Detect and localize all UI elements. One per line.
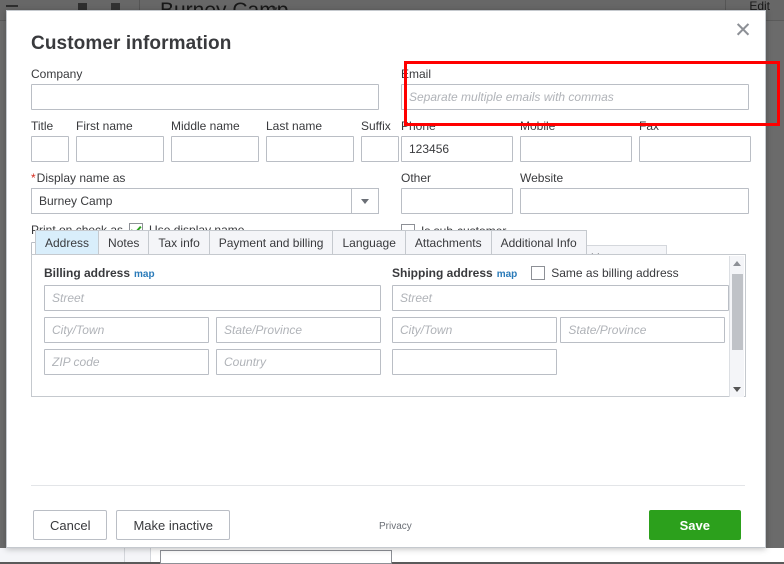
shipping-city-input[interactable] (392, 317, 557, 343)
customer-information-dialog: ✕ Customer information Company Title Fir… (6, 10, 766, 548)
company-input[interactable] (31, 84, 379, 110)
other-label: Other (401, 171, 513, 185)
scroll-up-arrow-icon[interactable] (730, 256, 744, 271)
fax-field-group: Fax (639, 119, 751, 162)
contact-row-2: Other Website (401, 171, 751, 214)
menu-icon (6, 5, 18, 7)
website-label: Website (520, 171, 749, 185)
address-tab-panel: Billing address map Shipping address map S… (31, 254, 746, 397)
tab-notes[interactable]: Notes (98, 230, 149, 254)
tab-additional-info[interactable]: Additional Info (491, 230, 587, 254)
privacy-link[interactable]: Privacy (379, 521, 412, 532)
phone-label: Phone (401, 119, 513, 133)
tab-tax-info[interactable]: Tax info (148, 230, 209, 254)
same-as-billing-checkbox[interactable] (531, 266, 545, 280)
middle-name-input[interactable] (171, 136, 259, 162)
fax-input[interactable] (639, 136, 751, 162)
title-label: Title (31, 119, 69, 133)
detail-tabs: Address Notes Tax info Payment and billi… (35, 230, 586, 254)
suffix-label: Suffix (361, 119, 399, 133)
required-marker: * (31, 171, 36, 185)
tab-payment-and-billing[interactable]: Payment and billing (209, 230, 334, 254)
billing-address-heading: Billing address (44, 266, 130, 280)
footer-divider (31, 485, 745, 486)
close-icon[interactable]: ✕ (729, 16, 757, 44)
phone-input[interactable] (401, 136, 513, 162)
shipping-map-link[interactable]: map (497, 269, 518, 280)
display-name-dropdown[interactable] (31, 188, 379, 214)
cancel-button[interactable]: Cancel (33, 510, 107, 540)
billing-zip-input[interactable] (44, 349, 209, 375)
first-name-field-group: First name (76, 119, 164, 162)
billing-country-input[interactable] (216, 349, 381, 375)
website-input[interactable] (520, 188, 749, 214)
last-name-input[interactable] (266, 136, 354, 162)
last-name-label: Last name (266, 119, 354, 133)
fax-label: Fax (639, 119, 751, 133)
first-name-label: First name (76, 119, 164, 133)
company-label: Company (31, 67, 401, 81)
name-fields-row: Title First name Middle name Last name S… (31, 119, 401, 162)
email-label: Email (401, 67, 751, 81)
title-input[interactable] (31, 136, 69, 162)
phone-field-group: Phone (401, 119, 513, 162)
tab-address[interactable]: Address (35, 230, 99, 254)
billing-map-link[interactable]: map (134, 269, 155, 280)
page-title: Customer information (31, 33, 231, 55)
same-as-billing-label: Same as billing address (551, 266, 678, 280)
display-name-group: *Display name as (31, 171, 401, 214)
other-input[interactable] (401, 188, 513, 214)
title-field-group: Title (31, 119, 69, 162)
make-inactive-button[interactable]: Make inactive (116, 510, 229, 540)
suffix-input[interactable] (361, 136, 399, 162)
billing-address-heading-row: Billing address map (44, 266, 389, 280)
display-name-dropdown-button[interactable] (351, 189, 378, 213)
billing-zip-country-row (44, 349, 389, 375)
billing-street-input[interactable] (44, 285, 381, 311)
suffix-field-group: Suffix (361, 119, 399, 162)
background-lower-cell-b (125, 548, 151, 562)
mobile-field-group: Mobile (520, 119, 632, 162)
contact-row-1: Phone Mobile Fax (401, 119, 751, 162)
billing-city-state-row (44, 317, 389, 343)
billing-city-input[interactable] (44, 317, 209, 343)
save-button[interactable]: Save (649, 510, 741, 540)
other-field-group: Other (401, 171, 513, 214)
chevron-down-icon (361, 199, 369, 204)
footer-right-buttons: Save (649, 510, 741, 540)
billing-address-section: Billing address map (44, 266, 389, 375)
tab-language[interactable]: Language (332, 230, 405, 254)
shipping-state-input[interactable] (560, 317, 725, 343)
middle-name-label: Middle name (171, 119, 259, 133)
shipping-address-heading-row: Shipping address map Same as billing addr… (392, 266, 732, 280)
shipping-street-input[interactable] (392, 285, 729, 311)
last-name-field-group: Last name (266, 119, 354, 162)
address-panel-scrollbar[interactable] (729, 256, 744, 397)
shipping-address-heading: Shipping address (392, 266, 493, 280)
scrollbar-thumb[interactable] (732, 274, 743, 350)
website-field-group: Website (520, 171, 749, 214)
email-input[interactable] (401, 84, 749, 110)
middle-name-field-group: Middle name (171, 119, 259, 162)
display-name-input[interactable] (32, 189, 351, 213)
display-name-label: *Display name as (31, 171, 401, 185)
mobile-label: Mobile (520, 119, 632, 133)
billing-state-input[interactable] (216, 317, 381, 343)
display-name-label-text: Display name as (37, 171, 126, 185)
shipping-address-section: Shipping address map Same as billing addr… (392, 266, 732, 375)
tab-attachments[interactable]: Attachments (405, 230, 492, 254)
first-name-input[interactable] (76, 136, 164, 162)
shipping-zip-input[interactable] (392, 349, 557, 375)
footer-left-buttons: Cancel Make inactive (33, 510, 230, 540)
scroll-down-arrow-icon[interactable] (730, 382, 744, 397)
email-group: Email (401, 67, 751, 110)
mobile-input[interactable] (520, 136, 632, 162)
background-lower-cell-a (0, 548, 125, 562)
shipping-heading-wrap: Shipping address map (392, 266, 517, 280)
background-lower-strip (0, 548, 784, 562)
